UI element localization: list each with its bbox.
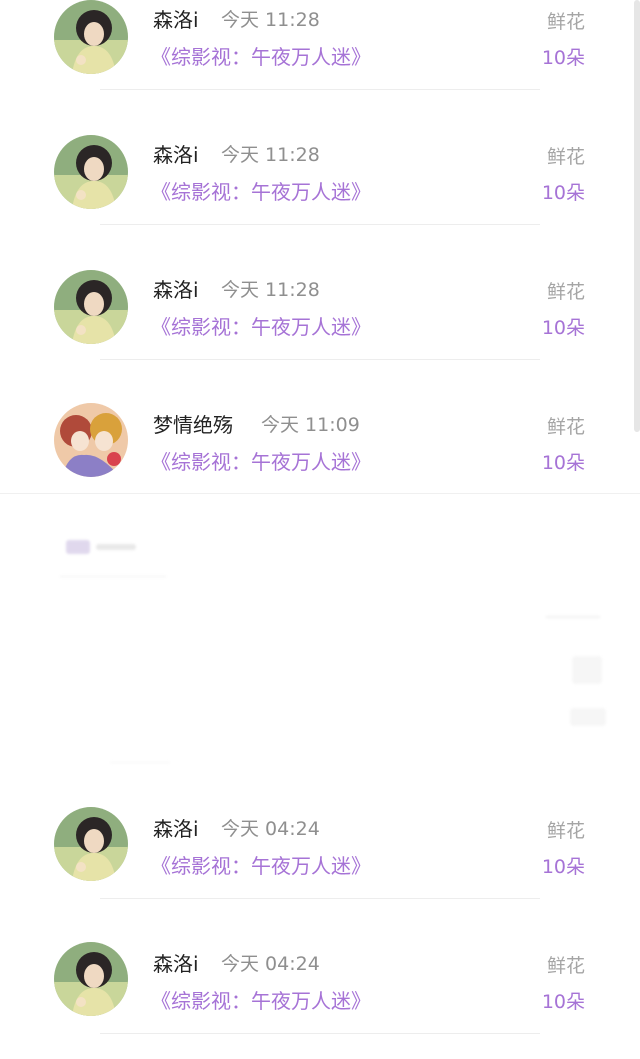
row-divider <box>100 359 540 360</box>
gift-count: 10朵 <box>541 856 585 878</box>
row-divider <box>100 224 540 225</box>
book-title-link[interactable]: 《综影视：午夜万人迷》 <box>151 446 371 475</box>
gift-record-row[interactable]: 森洛i 今天 11:28 《综影视：午夜万人迷》 鲜花 10朵 <box>0 115 640 250</box>
cartoon-girls-icon <box>54 403 128 477</box>
gift-type: 鲜花 <box>546 955 585 977</box>
row-divider <box>100 89 540 90</box>
gift-record-row[interactable]: 森洛i 今天 04:24 《综影视：午夜万人迷》 鲜花 10朵 <box>0 789 640 924</box>
gift-record-row[interactable]: 森洛i 今天 11:28 《综影视：午夜万人迷》 鲜花 10朵 <box>0 250 640 385</box>
blurred-mark <box>570 708 606 726</box>
timestamp: 今天 11:28 <box>221 9 320 31</box>
gift-count: 10朵 <box>541 452 585 474</box>
gift-type: 鲜花 <box>546 820 585 842</box>
timestamp: 今天 11:09 <box>261 414 360 436</box>
girl-portrait-icon <box>54 270 128 344</box>
username[interactable]: 森洛i <box>153 4 199 33</box>
girl-portrait-icon <box>54 0 128 74</box>
gift-count: 10朵 <box>541 47 585 69</box>
gift-record-list: 森洛i 今天 11:28 《综影视：午夜万人迷》 鲜花 10朵 森洛i 今天 1… <box>0 0 640 1039</box>
scrollbar[interactable] <box>634 0 640 432</box>
gift-count: 10朵 <box>541 182 585 204</box>
timestamp: 今天 11:28 <box>221 279 320 301</box>
blurred-line <box>110 762 170 763</box>
username[interactable]: 森洛i <box>153 948 199 977</box>
blurred-mark <box>572 656 602 684</box>
book-title-link[interactable]: 《综影视：午夜万人迷》 <box>151 985 371 1014</box>
blurred-region <box>0 494 640 794</box>
gift-count: 10朵 <box>541 317 585 339</box>
gift-count: 10朵 <box>541 991 585 1013</box>
book-title-link[interactable]: 《综影视：午夜万人迷》 <box>151 176 371 205</box>
username[interactable]: 森洛i <box>153 813 199 842</box>
girl-portrait-icon <box>54 135 128 209</box>
timestamp: 今天 04:24 <box>221 818 320 840</box>
user-avatar[interactable] <box>54 807 128 881</box>
user-avatar[interactable] <box>54 135 128 209</box>
username[interactable]: 梦情绝殇 <box>153 409 233 438</box>
girl-portrait-icon <box>54 942 128 1016</box>
blurred-line <box>60 576 166 577</box>
timestamp: 今天 04:24 <box>221 953 320 975</box>
timestamp: 今天 11:28 <box>221 144 320 166</box>
row-divider <box>100 1033 540 1034</box>
gift-type: 鲜花 <box>546 146 585 168</box>
blurred-mark <box>66 540 90 554</box>
gift-type: 鲜花 <box>546 11 585 33</box>
blurred-line <box>546 616 600 618</box>
username[interactable]: 森洛i <box>153 274 199 303</box>
girl-portrait-icon <box>54 807 128 881</box>
user-avatar[interactable] <box>54 403 128 477</box>
gift-type: 鲜花 <box>546 281 585 303</box>
blurred-mark <box>96 544 136 550</box>
user-avatar[interactable] <box>54 942 128 1016</box>
row-divider <box>100 898 540 899</box>
user-avatar[interactable] <box>54 0 128 74</box>
book-title-link[interactable]: 《综影视：午夜万人迷》 <box>151 311 371 340</box>
gift-record-row[interactable]: 森洛i 今天 11:28 《综影视：午夜万人迷》 鲜花 10朵 <box>0 0 640 115</box>
book-title-link[interactable]: 《综影视：午夜万人迷》 <box>151 41 371 70</box>
book-title-link[interactable]: 《综影视：午夜万人迷》 <box>151 850 371 879</box>
user-avatar[interactable] <box>54 270 128 344</box>
username[interactable]: 森洛i <box>153 139 199 168</box>
gift-type: 鲜花 <box>546 416 585 438</box>
